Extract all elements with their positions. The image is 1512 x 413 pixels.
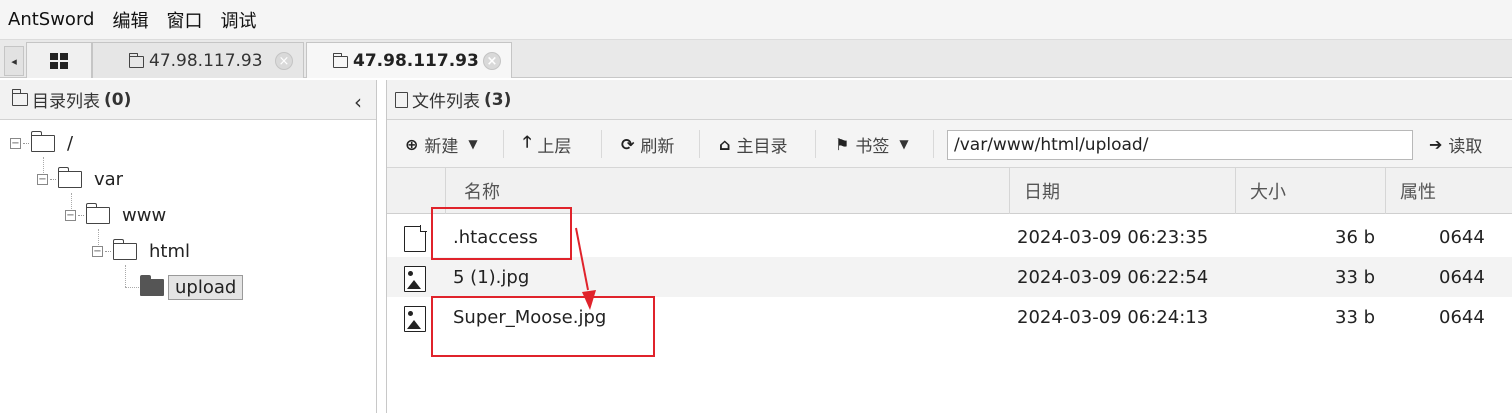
annotation-arrow [575, 227, 596, 310]
